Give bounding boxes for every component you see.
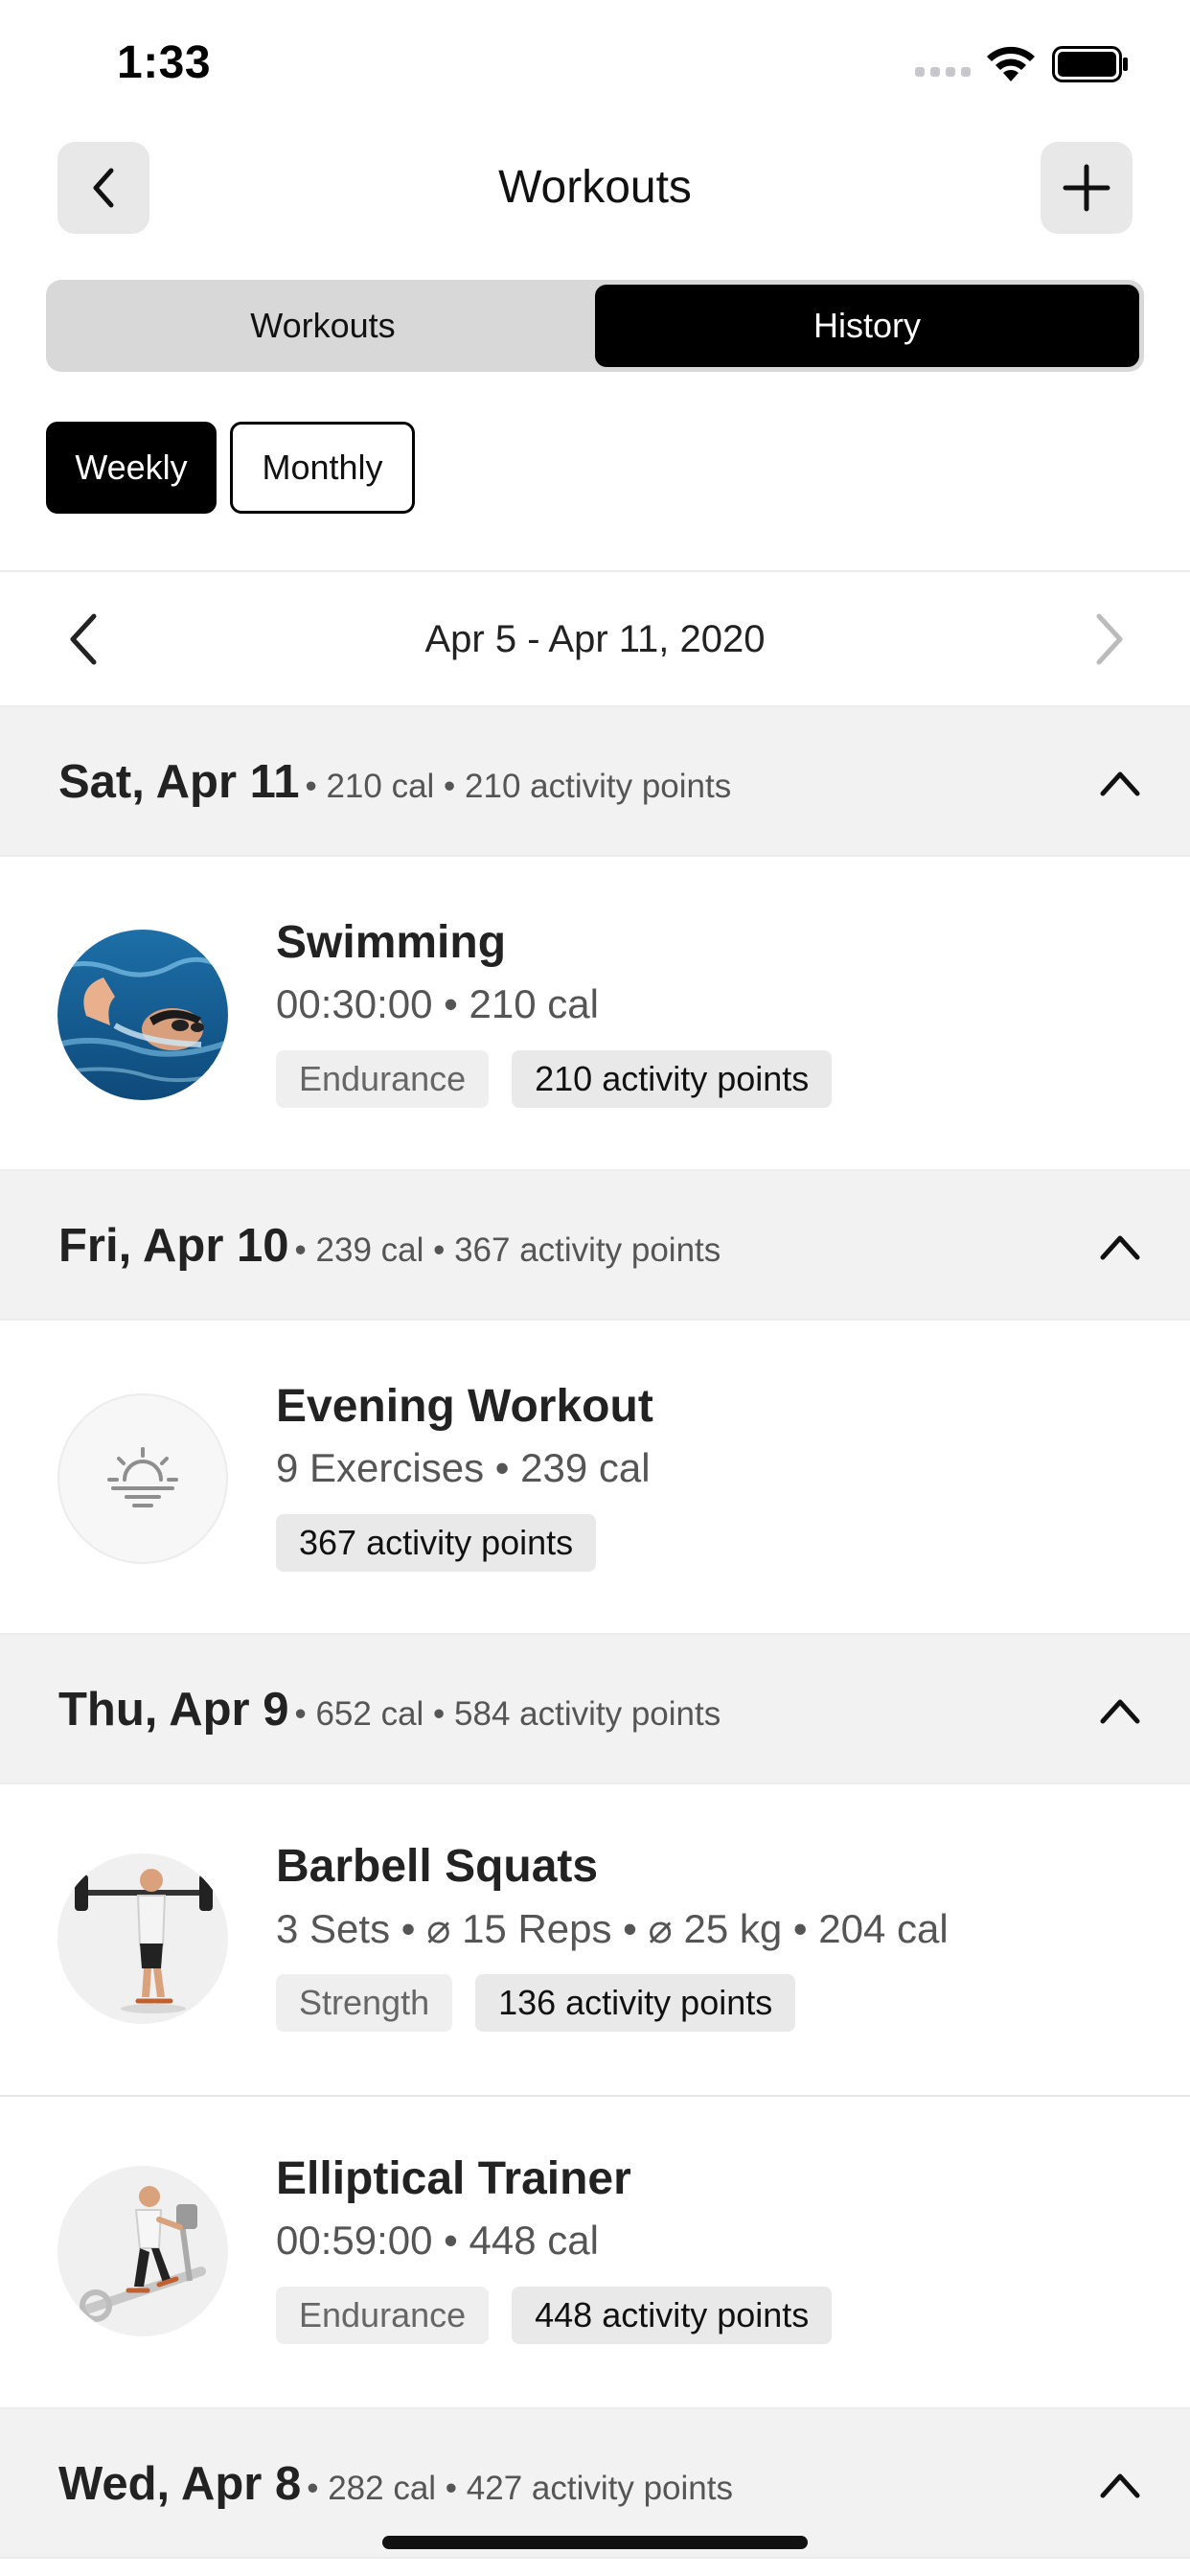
swimmer-image bbox=[57, 930, 228, 1100]
next-week-chevron-icon[interactable] bbox=[1078, 610, 1135, 668]
tag-list: Strength 136 activity points bbox=[276, 1974, 796, 2032]
workout-detail: 00:59:00 • 448 cal bbox=[276, 2218, 599, 2263]
day-summary: • 239 cal • 367 activity points bbox=[294, 1231, 721, 1269]
page-title: Workouts bbox=[498, 162, 692, 213]
day-title: Fri, Apr 10 • 239 cal • 367 activity poin… bbox=[58, 1219, 721, 1273]
tag-list: 367 activity points bbox=[276, 1514, 597, 1572]
points-tag: 448 activity points bbox=[512, 2287, 833, 2344]
plus-icon bbox=[1063, 164, 1110, 212]
day-summary: • 210 cal • 210 activity points bbox=[305, 768, 732, 805]
home-indicator[interactable] bbox=[382, 2536, 808, 2549]
points-tag: 210 activity points bbox=[512, 1050, 833, 1108]
monthly-chip[interactable]: Monthly bbox=[230, 422, 415, 514]
period-selector: Weekly Monthly bbox=[46, 422, 415, 514]
collapse-chevron-icon[interactable] bbox=[1097, 1227, 1143, 1265]
sunset-icon bbox=[57, 1393, 228, 1564]
category-tag: Endurance bbox=[276, 2287, 490, 2344]
date-range-bar: Apr 5 - Apr 11, 2020 bbox=[0, 572, 1190, 706]
tab-history[interactable]: History bbox=[595, 285, 1139, 367]
day-title: Wed, Apr 8 • 282 cal • 427 activity point… bbox=[58, 2457, 733, 2511]
screen: 1:33 Workouts Workouts History Weekly Mo… bbox=[0, 0, 1190, 2576]
elliptical-trainer-image bbox=[57, 2166, 228, 2336]
day-summary: • 282 cal • 427 activity points bbox=[307, 2470, 733, 2507]
workout-detail: 9 Exercises • 239 cal bbox=[276, 1445, 651, 1490]
weekly-chip[interactable]: Weekly bbox=[46, 422, 217, 514]
signal-icon bbox=[915, 67, 971, 77]
workout-name: Swimming bbox=[276, 917, 507, 968]
day-summary: • 652 cal • 584 activity points bbox=[294, 1695, 721, 1733]
workout-row[interactable]: Swimming 00:30:00 • 210 cal Endurance 21… bbox=[0, 857, 1190, 1171]
category-tag: Endurance bbox=[276, 1050, 490, 1108]
status-bar: 1:33 bbox=[0, 0, 1190, 134]
wifi-icon bbox=[987, 46, 1035, 81]
workout-row[interactable]: Barbell Squats 3 Sets • ⌀ 15 Reps • ⌀ 25… bbox=[0, 1784, 1190, 2095]
collapse-chevron-icon[interactable] bbox=[1097, 763, 1143, 801]
nav-header: Workouts bbox=[0, 142, 1190, 238]
tag-list: Endurance 448 activity points bbox=[276, 2287, 833, 2344]
workout-name: Evening Workout bbox=[276, 1381, 653, 1432]
collapse-chevron-icon[interactable] bbox=[1097, 2465, 1143, 2503]
workout-detail: 3 Sets • ⌀ 15 Reps • ⌀ 25 kg • 204 cal bbox=[276, 1906, 949, 1951]
points-tag: 367 activity points bbox=[276, 1514, 597, 1572]
workout-detail: 00:30:00 • 210 cal bbox=[276, 981, 599, 1026]
category-tag: Strength bbox=[276, 1974, 453, 2032]
date-range-label: Apr 5 - Apr 11, 2020 bbox=[424, 618, 766, 660]
day-title: Thu, Apr 9 • 652 cal • 584 activity point… bbox=[58, 1683, 721, 1736]
battery-icon bbox=[1052, 46, 1128, 82]
day-date: Fri, Apr 10 bbox=[58, 1220, 289, 1272]
day-header[interactable]: Thu, Apr 9 • 652 cal • 584 activity point… bbox=[0, 1633, 1190, 1784]
day-header[interactable]: Fri, Apr 10 • 239 cal • 367 activity poin… bbox=[0, 1169, 1190, 1321]
workout-name: Elliptical Trainer bbox=[276, 2153, 631, 2204]
day-title: Sat, Apr 11 • 210 cal • 210 activity poin… bbox=[58, 755, 731, 809]
collapse-chevron-icon[interactable] bbox=[1097, 1690, 1143, 1729]
workout-row[interactable]: Evening Workout 9 Exercises • 239 cal 36… bbox=[0, 1321, 1190, 1635]
segmented-control: Workouts History bbox=[46, 280, 1144, 372]
add-workout-button[interactable] bbox=[1041, 142, 1133, 234]
points-tag: 136 activity points bbox=[475, 1974, 796, 2032]
day-date: Wed, Apr 8 bbox=[58, 2458, 302, 2510]
day-date: Thu, Apr 9 bbox=[58, 1684, 289, 1736]
barbell-squat-image bbox=[57, 1853, 228, 2024]
day-date: Sat, Apr 11 bbox=[58, 756, 300, 808]
workout-row[interactable]: Elliptical Trainer 00:59:00 • 448 cal En… bbox=[0, 2097, 1190, 2409]
day-header[interactable]: Sat, Apr 11 • 210 cal • 210 activity poin… bbox=[0, 705, 1190, 857]
tag-list: Endurance 210 activity points bbox=[276, 1050, 833, 1108]
workout-name: Barbell Squats bbox=[276, 1841, 599, 1892]
tab-workouts[interactable]: Workouts bbox=[51, 285, 595, 367]
status-time: 1:33 bbox=[117, 37, 212, 88]
